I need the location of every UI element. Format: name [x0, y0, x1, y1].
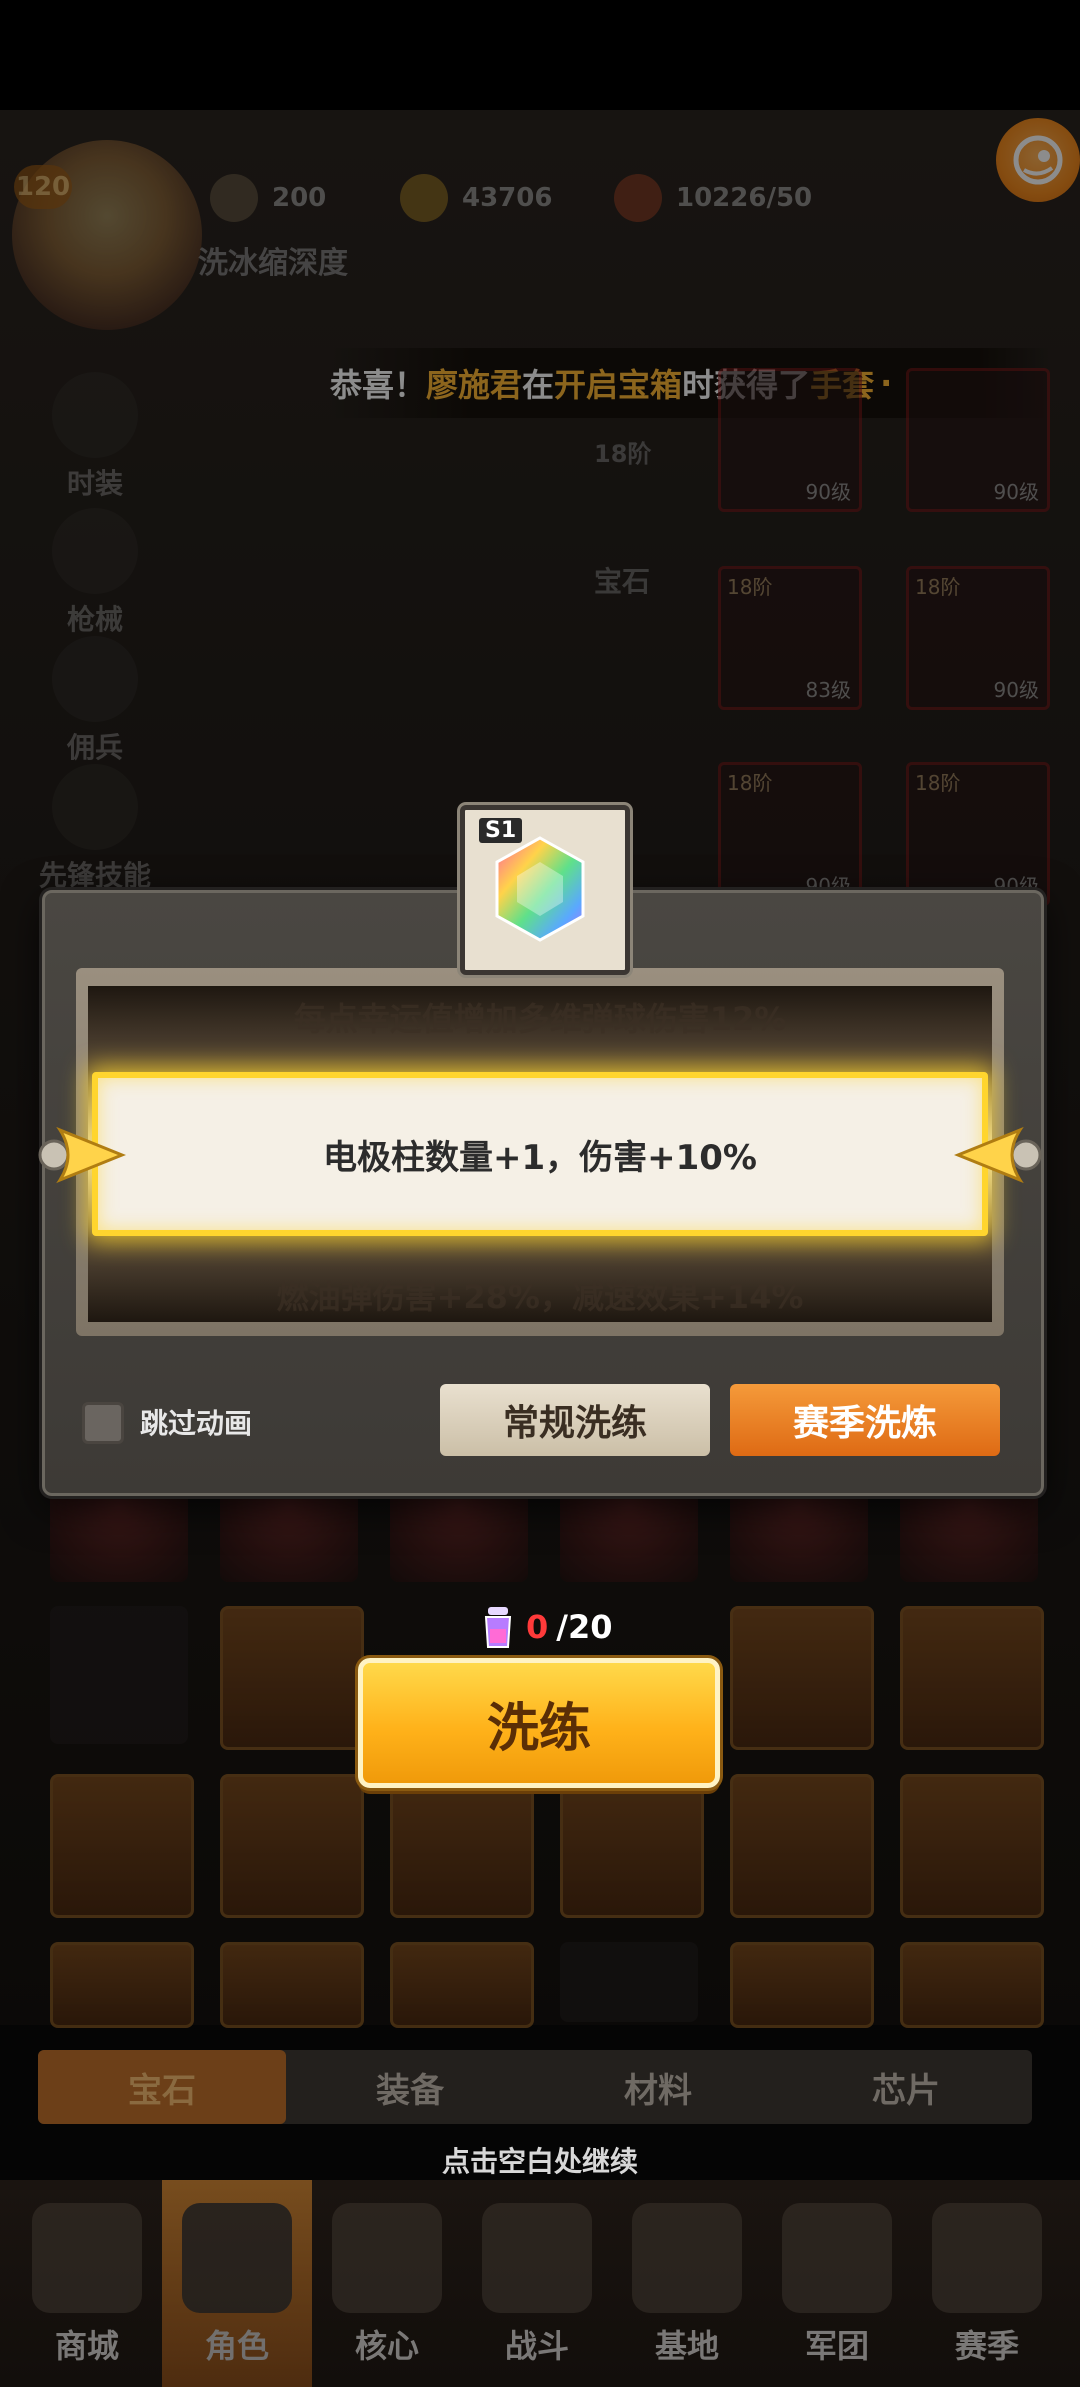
legion-icon — [782, 2203, 892, 2313]
nav-label: 商城 — [54, 2327, 119, 2365]
cost-current: 0 — [526, 1608, 549, 1646]
option-above: 每点幸运值增加多维弹球伤害12% — [293, 1000, 787, 1038]
rainbow-gem-icon — [495, 836, 585, 942]
skip-animation-label: 跳过动画 — [140, 1407, 253, 1440]
character-icon — [182, 2203, 292, 2313]
season-refine-button[interactable]: 赛季洗炼 — [730, 1384, 1000, 1456]
tab-equipment[interactable]: 装备 — [286, 2050, 534, 2124]
option-below: 燃油弹伤害+28%，减速效果+14% — [276, 1278, 804, 1316]
option-selected: 电极柱数量+1，伤害+10% — [92, 1072, 988, 1236]
gem-card: S1 — [460, 805, 630, 975]
nav-label: 核心 — [354, 2327, 419, 2365]
status-bar — [0, 0, 1080, 110]
tap-to-continue-hint: 点击空白处继续 — [441, 2145, 638, 2178]
nav-label: 军团 — [804, 2327, 869, 2365]
arrow-left-pointer-icon — [954, 1126, 1042, 1184]
shop-icon — [32, 2203, 142, 2313]
nav-legion[interactable]: 军团 — [762, 2180, 912, 2387]
tab-materials[interactable]: 材料 — [534, 2050, 782, 2124]
refine-button[interactable]: 洗练 — [358, 1658, 720, 1788]
tab-gem[interactable]: 宝石 — [38, 2050, 286, 2124]
nav-season[interactable]: 赛季 — [912, 2180, 1062, 2387]
nav-core[interactable]: 核心 — [312, 2180, 462, 2387]
nav-label: 赛季 — [954, 2327, 1019, 2365]
refine-potion-icon — [484, 1607, 512, 1648]
nav-shop[interactable]: 商城 — [12, 2180, 162, 2387]
base-icon — [632, 2203, 742, 2313]
battle-icon — [482, 2203, 592, 2313]
nav-base[interactable]: 基地 — [612, 2180, 762, 2387]
tab-chips[interactable]: 芯片 — [782, 2050, 1030, 2124]
core-icon — [332, 2203, 442, 2313]
nav-label: 基地 — [654, 2327, 719, 2365]
nav-label: 战斗 — [504, 2327, 569, 2365]
refine-cost: 0/20 — [478, 1602, 612, 1652]
nav-battle[interactable]: 战斗 — [462, 2180, 612, 2387]
nav-character[interactable]: 角色 — [162, 2180, 312, 2387]
nav-label: 角色 — [204, 2327, 269, 2365]
season-icon — [932, 2203, 1042, 2313]
arrow-right-pointer-icon — [38, 1126, 126, 1184]
cost-max: /20 — [556, 1608, 613, 1646]
normal-refine-button[interactable]: 常规洗练 — [440, 1384, 710, 1456]
skip-animation-checkbox[interactable] — [82, 1402, 124, 1444]
